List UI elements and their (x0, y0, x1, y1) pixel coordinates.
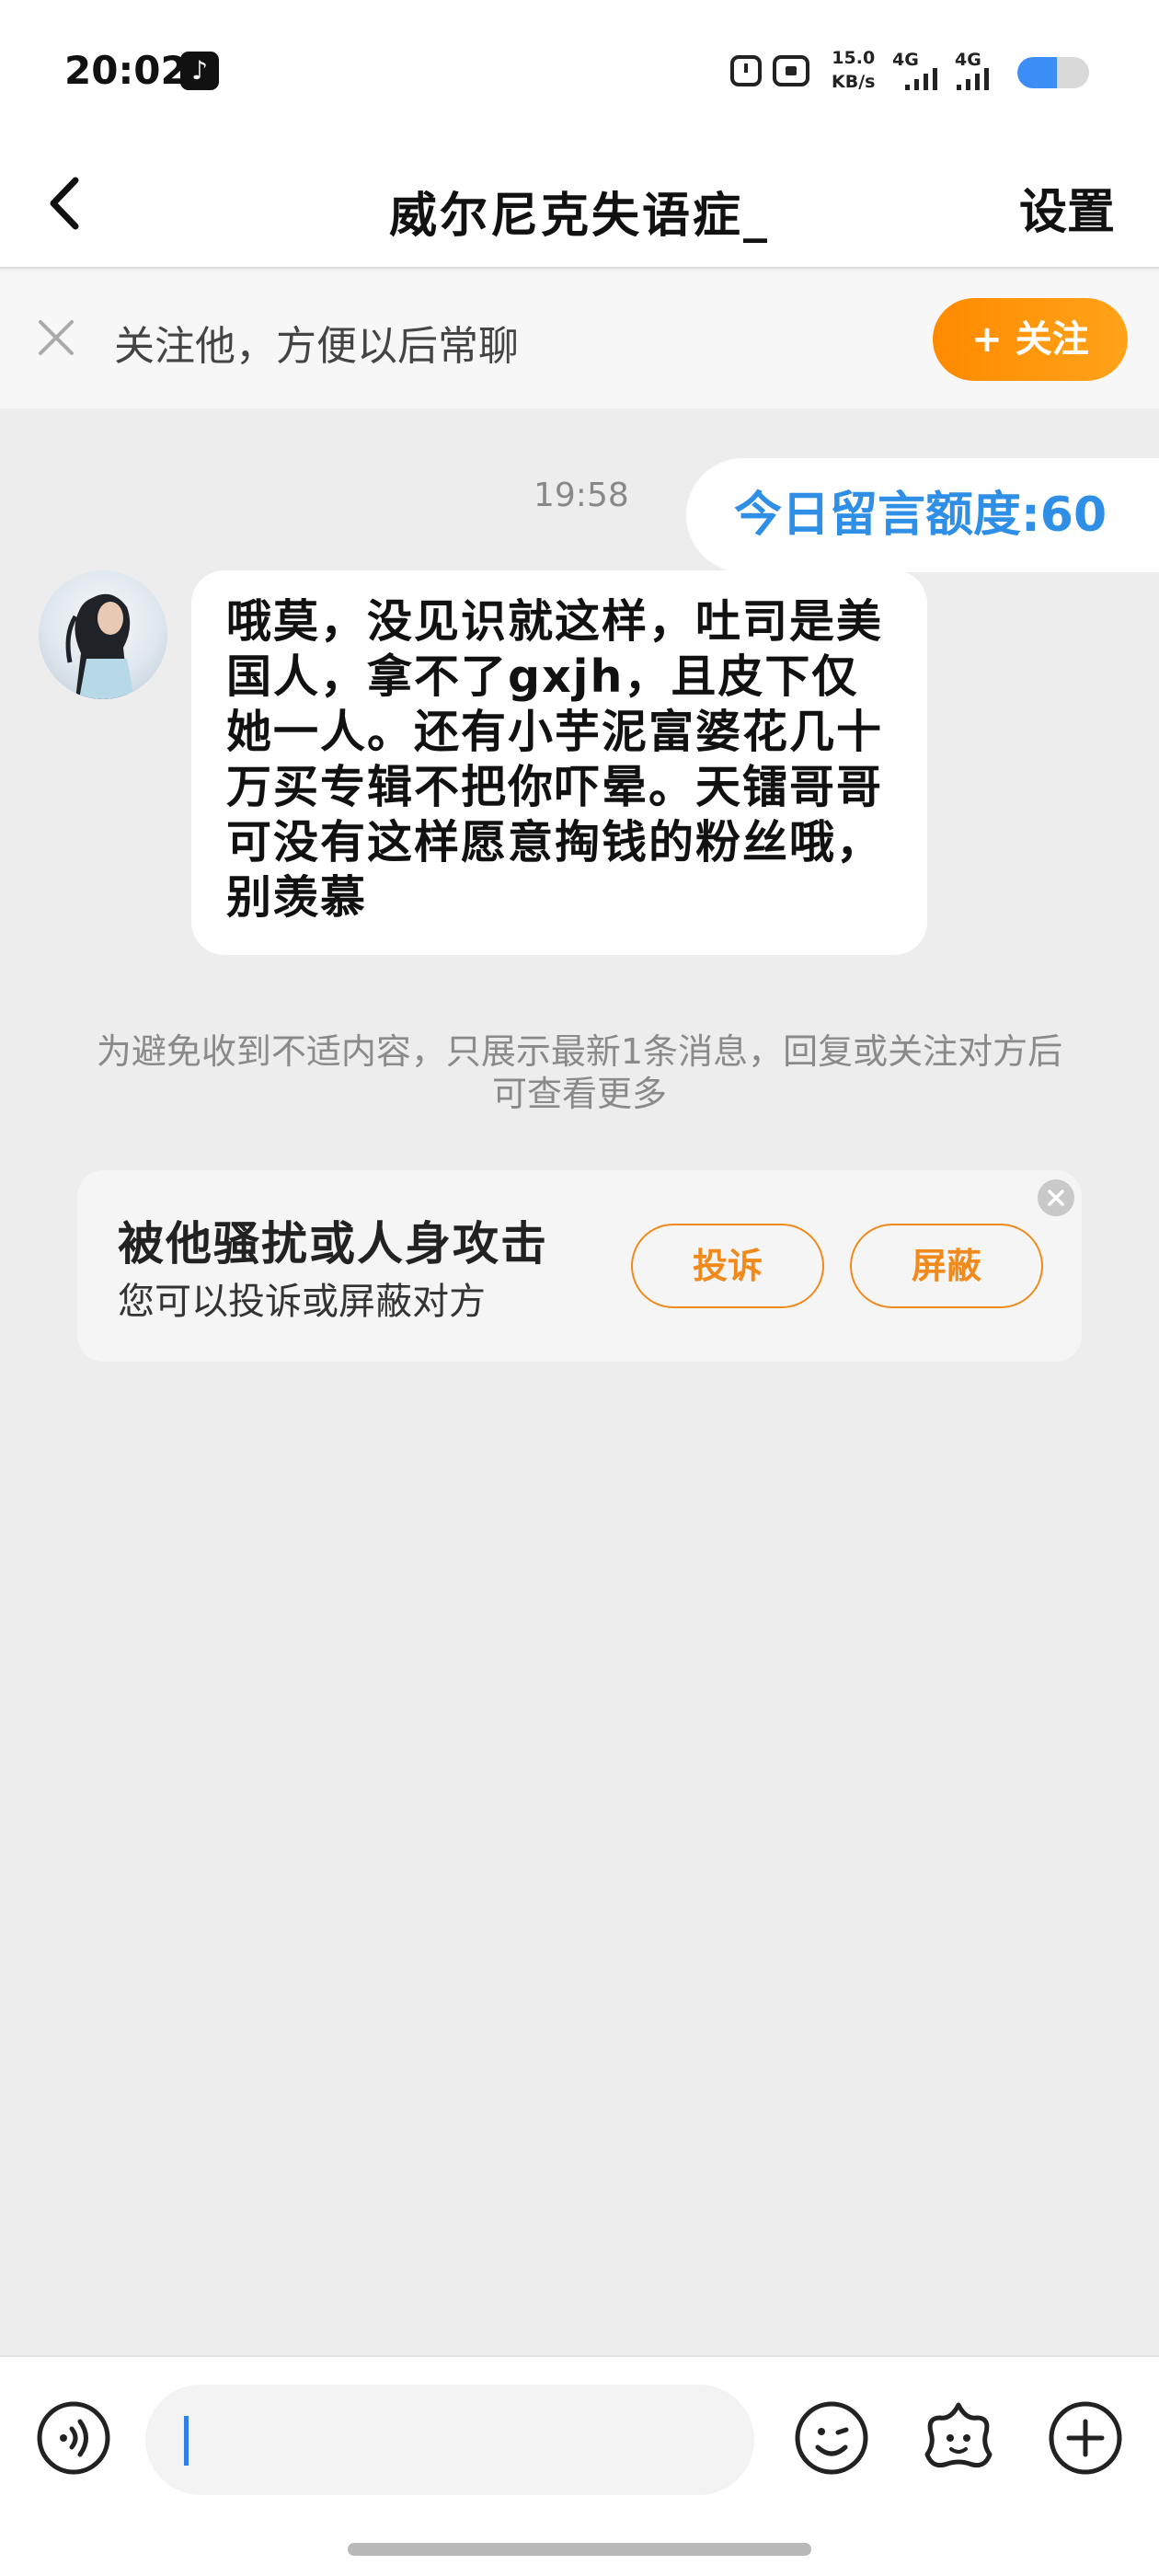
message-quota-badge: 今日留言额度:60 (686, 458, 1159, 572)
voice-icon[interactable] (35, 2399, 112, 2477)
signal-1-icon (905, 61, 937, 90)
tiktok-icon: ♪ (180, 52, 219, 90)
report-card-subtitle: 您可以投诉或屏蔽对方 (118, 1281, 486, 1323)
report-card-title: 被他骚扰或人身攻击 (118, 1217, 548, 1271)
battery-level (1017, 57, 1057, 88)
card-close-icon[interactable] (1038, 1179, 1074, 1216)
network-speed-unit: KB/s (832, 72, 876, 92)
nfc-icon (773, 55, 809, 86)
message-timestamp: 19:58 (534, 477, 629, 514)
battery-icon (1017, 57, 1089, 88)
message-text: 哦莫，没见识就这样，吐司是美国人，拿不了gxjh，且皮下仅她一人。还有小芋泥富婆… (226, 595, 884, 924)
network-speed: 15.0 KB/s (832, 46, 875, 94)
settings-button[interactable]: 设置 (1019, 173, 1115, 242)
status-bar: 20:02 ♪ 15.0 KB/s 4G 4G (0, 0, 1159, 138)
status-time: 20:02 (64, 48, 188, 93)
follow-button[interactable]: + 关注 (933, 298, 1128, 381)
chat-title: 威尔尼克失语症_ (388, 189, 770, 244)
avatar[interactable] (39, 570, 167, 699)
harassment-report-card: 被他骚扰或人身攻击 您可以投诉或屏蔽对方 投诉 屏蔽 (77, 1170, 1082, 1362)
network-speed-value: 15.0 (832, 48, 876, 68)
follow-prompt-bar: 关注他，方便以后常聊 + 关注 (0, 270, 1159, 408)
follow-prompt-text: 关注他，方便以后常聊 (114, 323, 519, 370)
close-icon[interactable] (35, 316, 77, 359)
avatar-image (65, 593, 134, 699)
complain-button[interactable]: 投诉 (631, 1224, 824, 1308)
plus-icon[interactable] (1047, 2399, 1124, 2477)
limited-messages-notice: 为避免收到不适内容，只展示最新1条消息，回复或关注对方后可查看更多 (96, 1031, 1063, 1114)
emoji-icon[interactable] (793, 2399, 870, 2477)
signal-2-icon (957, 61, 989, 90)
block-button[interactable]: 屏蔽 (850, 1224, 1043, 1308)
home-indicator[interactable] (348, 2543, 811, 2556)
sticker-icon[interactable] (920, 2398, 997, 2475)
text-caret (184, 2416, 189, 2466)
input-bar (0, 2355, 1159, 2576)
message-input[interactable] (145, 2385, 754, 2495)
nav-bar: 威尔尼克失语症_ 设置 (0, 138, 1159, 269)
alarm-icon (730, 55, 762, 86)
message-bubble[interactable]: 哦莫，没见识就这样，吐司是美国人，拿不了gxjh，且皮下仅她一人。还有小芋泥富婆… (191, 570, 927, 955)
